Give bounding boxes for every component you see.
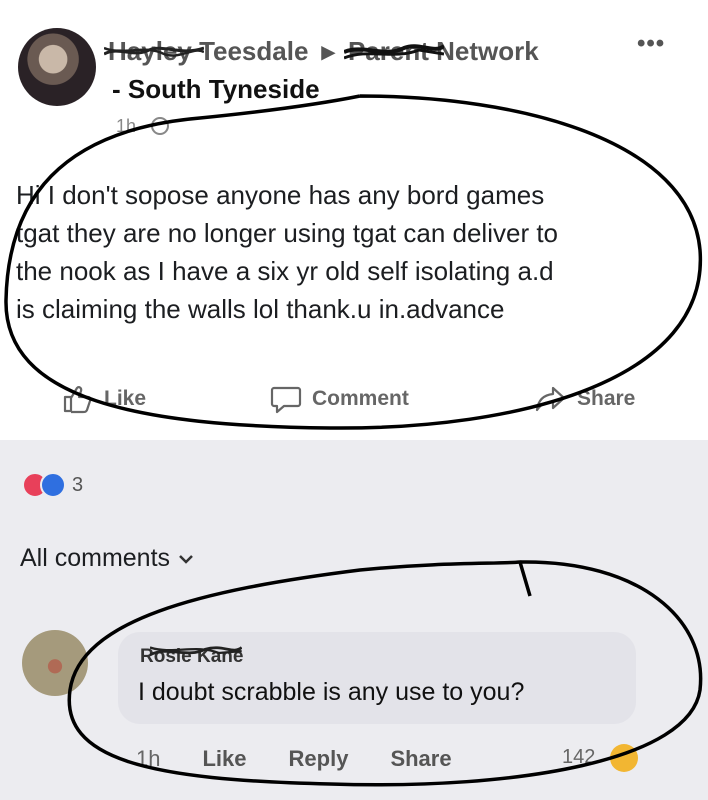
- laugh-reaction-icon: [610, 744, 638, 772]
- comment-button[interactable]: Comment: [270, 384, 409, 414]
- more-dots-icon[interactable]: •••: [637, 30, 665, 58]
- author-avatar[interactable]: [18, 28, 96, 106]
- post-card: Hayley Teesdale ▸ Parent Network - South…: [0, 0, 708, 440]
- comment-like-button[interactable]: Like: [202, 746, 246, 772]
- post-text: Hi I don't sopose anyone has any bord ga…: [16, 180, 559, 324]
- thumbs-up-icon: [63, 386, 92, 414]
- share-arrow-icon: [535, 386, 566, 412]
- author-name-link[interactable]: Hayley Teesdale: [104, 36, 309, 67]
- comment-time[interactable]: 1h: [136, 746, 160, 772]
- all-comments-dropdown[interactable]: All comments: [20, 544, 194, 573]
- author-line: Hayley Teesdale ▸ Parent Network: [104, 36, 539, 67]
- group-name-link[interactable]: Parent Network: [343, 36, 539, 67]
- post-timestamp[interactable]: 1h ·: [116, 116, 170, 137]
- commenter-name-link[interactable]: Rosie Kane: [140, 646, 243, 668]
- comment-bubble-icon: [270, 386, 302, 414]
- like-button[interactable]: Like: [62, 384, 146, 414]
- post-time: 1h ·: [116, 116, 148, 136]
- comment-actions: 1h Like Reply Share: [136, 746, 452, 772]
- all-comments-label: All comments: [20, 544, 171, 572]
- group-arrow-icon: ▸: [321, 36, 335, 66]
- comment-share-button[interactable]: Share: [390, 746, 451, 772]
- like-label: Like: [104, 387, 147, 410]
- author-name: Hayley Teesdale: [108, 36, 309, 66]
- share-button[interactable]: Share: [535, 384, 635, 414]
- comment-label: Comment: [312, 387, 409, 410]
- chevron-down-icon: [179, 554, 193, 564]
- commenter-name: Rosie Kane: [140, 646, 244, 667]
- group-name: Parent Network: [347, 36, 539, 66]
- commenter-avatar[interactable]: [22, 630, 88, 696]
- comment-reply-button[interactable]: Reply: [289, 746, 349, 772]
- reaction-summary[interactable]: 3: [22, 472, 83, 498]
- globe-icon: [151, 117, 170, 135]
- reaction-count: 3: [72, 473, 84, 496]
- action-bar: Like Comment Share: [0, 378, 708, 422]
- group-location: - South Tyneside: [112, 74, 320, 104]
- comment-text: I doubt scrabble is any use to you?: [138, 678, 525, 706]
- comment-bubble: Rosie Kane I doubt scrabble is any use t…: [118, 632, 636, 724]
- comment-reaction-count: 142: [562, 746, 596, 768]
- like-reaction-icon: [40, 472, 66, 498]
- share-label: Share: [577, 387, 636, 410]
